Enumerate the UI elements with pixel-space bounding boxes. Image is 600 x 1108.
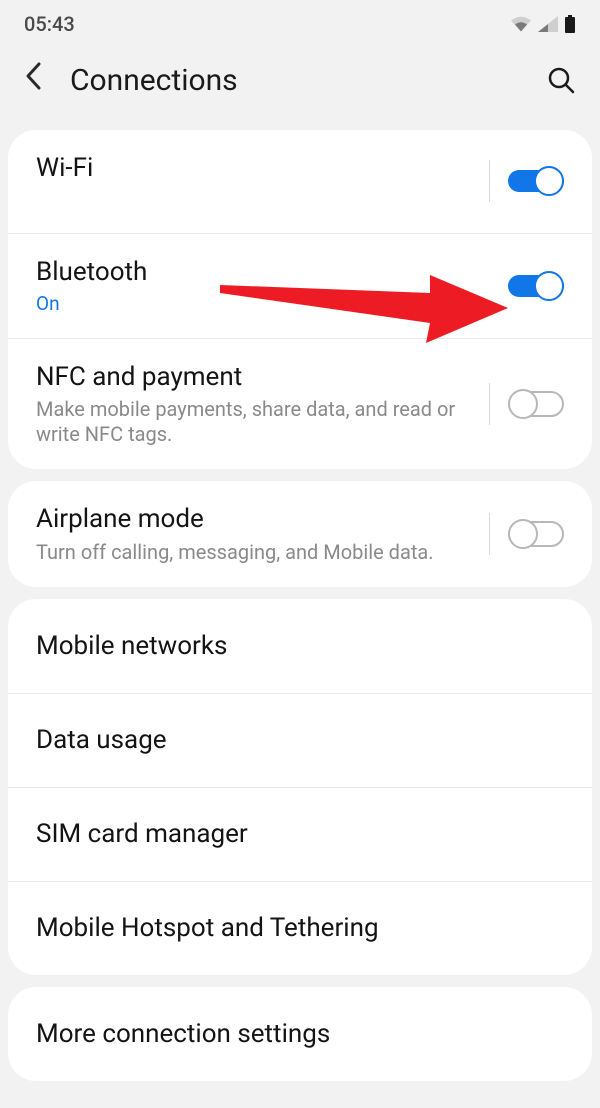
search-icon bbox=[546, 65, 576, 95]
separator bbox=[489, 160, 490, 202]
nfc-title: NFC and payment bbox=[36, 361, 473, 394]
airplane-title: Airplane mode bbox=[36, 503, 473, 536]
battery-icon bbox=[564, 15, 576, 33]
status-time: 05:43 bbox=[24, 12, 75, 36]
status-bar: 05:43 bbox=[0, 0, 600, 48]
group-links: Mobile networks Data usage SIM card mana… bbox=[8, 599, 592, 975]
row-bluetooth[interactable]: Bluetooth On bbox=[8, 233, 592, 338]
status-icons bbox=[510, 15, 576, 33]
wifi-icon bbox=[510, 16, 532, 32]
nfc-toggle[interactable] bbox=[508, 388, 564, 420]
sim-manager-title: SIM card manager bbox=[36, 818, 548, 851]
wifi-sub bbox=[36, 189, 473, 211]
header: Connections bbox=[0, 48, 600, 118]
group-airplane: Airplane mode Turn off calling, messagin… bbox=[8, 481, 592, 587]
nfc-sub: Make mobile payments, share data, and re… bbox=[36, 397, 473, 447]
more-settings-title: More connection settings bbox=[36, 1018, 548, 1051]
row-wifi[interactable]: Wi-Fi bbox=[8, 130, 592, 233]
row-airplane[interactable]: Airplane mode Turn off calling, messagin… bbox=[8, 481, 592, 587]
row-data-usage[interactable]: Data usage bbox=[8, 693, 592, 787]
wifi-title: Wi-Fi bbox=[36, 152, 473, 185]
separator bbox=[489, 513, 490, 555]
hotspot-title: Mobile Hotspot and Tethering bbox=[36, 912, 548, 945]
group-radios: Wi-Fi Bluetooth On NFC and payment Make … bbox=[8, 130, 592, 469]
row-mobile-networks[interactable]: Mobile networks bbox=[8, 599, 592, 693]
wifi-toggle[interactable] bbox=[508, 165, 564, 197]
bluetooth-title: Bluetooth bbox=[36, 256, 492, 289]
airplane-sub: Turn off calling, messaging, and Mobile … bbox=[36, 540, 473, 565]
bluetooth-sub: On bbox=[36, 292, 492, 316]
group-more: More connection settings bbox=[8, 987, 592, 1081]
chevron-left-icon bbox=[24, 61, 44, 91]
data-usage-title: Data usage bbox=[36, 724, 548, 757]
page-title: Connections bbox=[70, 63, 546, 98]
signal-icon bbox=[538, 16, 558, 32]
back-button[interactable] bbox=[24, 61, 64, 99]
row-nfc[interactable]: NFC and payment Make mobile payments, sh… bbox=[8, 338, 592, 470]
mobile-networks-title: Mobile networks bbox=[36, 630, 548, 663]
airplane-toggle[interactable] bbox=[508, 518, 564, 550]
search-button[interactable] bbox=[546, 65, 576, 95]
separator bbox=[489, 383, 490, 425]
bluetooth-toggle[interactable] bbox=[508, 270, 564, 302]
row-sim-manager[interactable]: SIM card manager bbox=[8, 787, 592, 881]
row-hotspot[interactable]: Mobile Hotspot and Tethering bbox=[8, 881, 592, 975]
row-more-settings[interactable]: More connection settings bbox=[8, 987, 592, 1081]
